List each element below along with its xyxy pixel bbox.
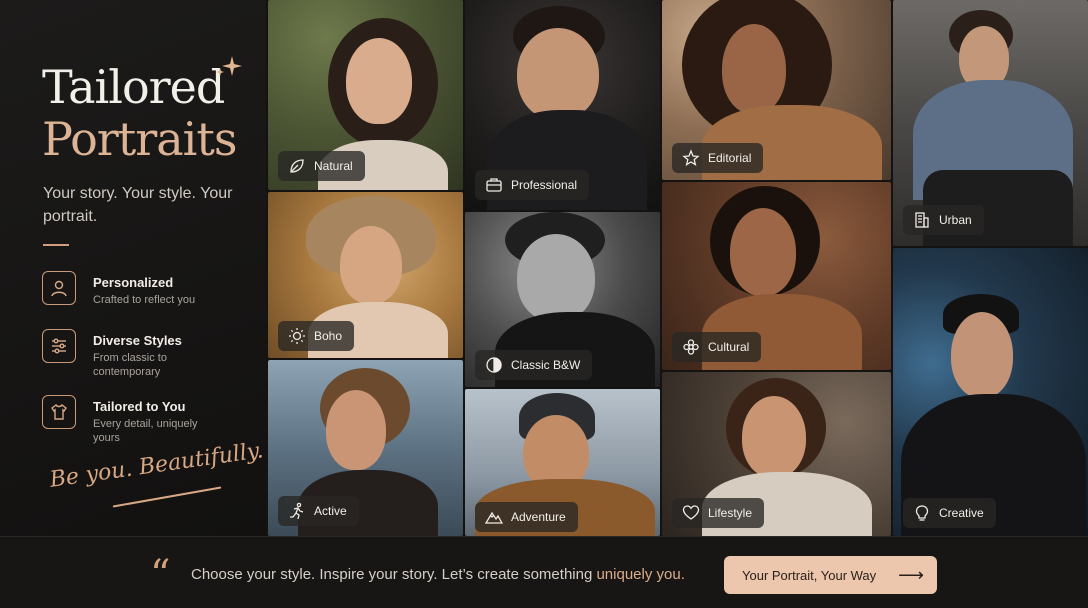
cta-label: Your Portrait, Your Way [742, 567, 877, 583]
portrait-tile-adventure[interactable]: Adventure [465, 389, 660, 536]
briefcase-icon [486, 178, 502, 192]
heart-icon [682, 505, 700, 520]
script-underline [112, 486, 222, 508]
portrait-tile-urban[interactable]: Urban [893, 0, 1088, 246]
chip-label: Boho [314, 329, 343, 343]
divider [43, 244, 69, 246]
style-chip-adventure: Adventure [475, 502, 578, 532]
feature-title: Personalized [93, 275, 174, 290]
style-chip-active: Active [278, 496, 359, 526]
person-icon [42, 271, 76, 305]
building-icon [915, 212, 929, 228]
style-chip-natural: Natural [278, 151, 365, 181]
feature-title: Tailored to You [93, 399, 186, 414]
sun-icon [289, 328, 305, 344]
leaf-icon [290, 159, 304, 173]
quote-icon: “ [150, 552, 171, 598]
feature-diverse-styles: Diverse Styles From classic to contempor… [42, 329, 252, 381]
style-chip-urban: Urban [903, 205, 984, 235]
chip-label: Natural [314, 159, 353, 173]
chip-label: Creative [939, 506, 984, 520]
title-line-2: Portraits [42, 112, 237, 166]
brand-panel: Tailored Portraits Your story. Your styl… [0, 0, 266, 536]
tshirt-icon [42, 395, 76, 429]
running-icon [290, 502, 304, 520]
chip-label: Adventure [511, 510, 566, 524]
portrait-tile-creative[interactable]: Creative [893, 248, 1088, 536]
contrast-icon [486, 357, 502, 373]
chip-label: Active [314, 504, 347, 518]
feature-personalized: Personalized Crafted to reflect you [42, 271, 252, 323]
portrait-tile-classic-bw[interactable]: Classic B&W [465, 212, 660, 387]
footer-text-accent: uniquely you. [596, 566, 685, 583]
chip-label: Urban [939, 213, 972, 227]
chip-label: Classic B&W [511, 358, 581, 372]
chip-label: Cultural [708, 340, 750, 354]
chip-label: Lifestyle [708, 506, 753, 520]
portrait-tile-lifestyle[interactable]: Lifestyle [662, 372, 891, 536]
flower-icon [683, 339, 699, 355]
footer-bar: “ Choose your style. Inspire your story.… [0, 536, 1088, 608]
portrait-tile-natural[interactable]: Natural [268, 0, 463, 190]
cta-button[interactable]: Your Portrait, Your Way ⟶ [724, 556, 937, 594]
feature-desc: From classic to contemporary [93, 352, 167, 378]
style-chip-classic-bw: Classic B&W [475, 350, 593, 380]
style-chip-creative: Creative [903, 498, 996, 528]
footer-message: Choose your style. Inspire your story. L… [191, 566, 685, 583]
style-chip-boho: Boho [278, 321, 355, 351]
style-chip-professional: Professional [475, 170, 590, 200]
chip-label: Editorial [708, 151, 752, 165]
lightbulb-icon [915, 505, 929, 521]
portrait-tile-cultural[interactable]: Cultural [662, 182, 891, 370]
portrait-tile-active[interactable]: Active [268, 360, 463, 536]
sliders-icon [42, 329, 76, 363]
mountain-icon [485, 511, 503, 524]
star-icon [682, 149, 700, 166]
feature-title: Diverse Styles [93, 333, 182, 348]
chip-label: Professional [511, 178, 578, 192]
style-chip-editorial: Editorial [672, 143, 764, 173]
portrait-tile-boho[interactable]: Boho [268, 192, 463, 358]
feature-desc: Every detail, uniquely yours [93, 418, 198, 444]
arrow-right-icon: ⟶ [898, 564, 924, 585]
feature-tailored: Tailored to You Every detail, uniquely y… [42, 395, 252, 447]
portrait-tile-editorial[interactable]: Editorial [662, 0, 891, 180]
style-chip-cultural: Cultural [672, 332, 762, 362]
feature-desc: Crafted to reflect you [93, 294, 196, 306]
portrait-tile-professional[interactable]: Professional [465, 0, 660, 210]
sparkle-icon [216, 56, 242, 76]
style-chip-lifestyle: Lifestyle [672, 498, 765, 528]
tagline: Your story. Your style. Your portrait. [43, 185, 233, 225]
footer-text-main: Choose your style. Inspire your story. L… [191, 566, 597, 583]
title-line-1: Tailored [42, 60, 225, 114]
